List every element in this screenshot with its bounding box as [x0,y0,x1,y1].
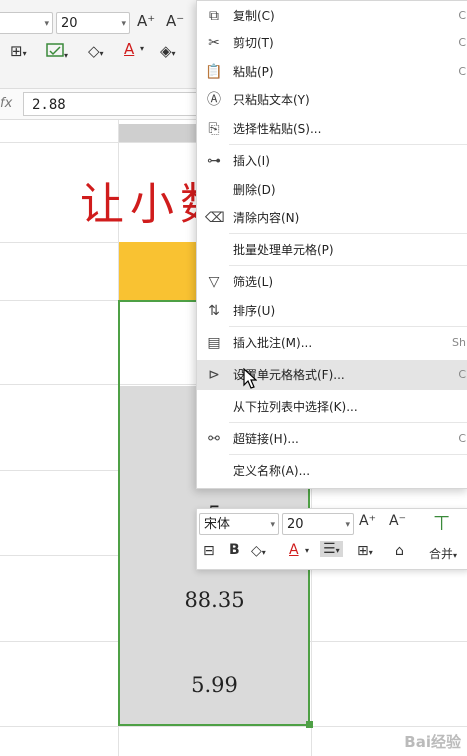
mini-font-color-icon[interactable]: A [289,542,299,558]
menu-shortcut: C [458,432,466,445]
menu-item-define-name[interactable]: 定义名称(A)... [197,456,467,486]
menu-label: 粘贴(P) [233,65,274,79]
cut-icon: ✂ [208,35,220,51]
menu-item-hyperlink[interactable]: ⚯ 超链接(H)... C [197,424,467,454]
bold-button[interactable]: B [229,542,240,558]
increase-font-icon[interactable]: A⁺ [137,12,155,30]
paste-icon: 📋 [205,64,223,80]
sort-icon: ⇅ [208,303,220,319]
mini-decrease-font-icon[interactable]: A⁻ [389,513,406,529]
merge-button[interactable]: 合并▾ [429,545,457,562]
menu-label: 选择性粘贴(S)... [233,122,322,136]
text-wrap-icon[interactable]: ⊟ [203,543,215,559]
merge-center-icon[interactable]: ⊤ [433,511,450,535]
decrease-font-icon[interactable]: A⁻ [166,12,184,30]
menu-item-insert-comment[interactable]: ▤ 插入批注(M)... Sh [197,328,467,358]
link-icon: ⚯ [208,431,220,447]
mini-increase-font-icon[interactable]: A⁺ [359,513,376,529]
fill-color-icon[interactable]: ◇▾ [88,42,104,60]
menu-label: 定义名称(A)... [233,464,311,478]
menu-label: 剪切(T) [233,36,274,50]
font-size-value: 20 [61,16,78,31]
menu-label: 清除内容(N) [233,211,300,225]
menu-item-cut[interactable]: ✂ 剪切(T) C [197,28,467,58]
mini-font-size-select[interactable]: 20 ▾ [282,513,354,535]
menu-item-paste[interactable]: 📋 粘贴(P) C [197,57,467,87]
menu-item-delete[interactable]: 删除(D) [197,175,467,205]
menu-shortcut: C [458,368,466,381]
font-size-select[interactable]: 20 ▾ [56,12,130,34]
menu-item-clear[interactable]: ⌫ 清除内容(N) [197,203,467,233]
mini-toolbar: 宋体 ▾ 20 ▾ A⁺ A⁻ ⊤ ⊟ B ◇▾ A ▾ ☰▾ ⊞▾ ⌂ 合并▾ [196,508,467,570]
menu-label: 插入(I) [233,154,270,168]
menu-item-batch[interactable]: 批量处理单元格(P) [197,235,467,265]
copy-icon: ⧉ [209,8,219,24]
mini-font-size: 20 [287,517,304,532]
menu-item-format-cells[interactable]: ⊳ 设置单元格格式(F)... C [197,360,467,390]
fill-handle[interactable] [306,721,313,728]
fx-label: fx [0,96,13,111]
merge-label: 合并 [429,547,454,561]
menu-label: 排序(U) [233,304,276,318]
mini-font-name-select[interactable]: 宋体 ▾ [199,513,279,535]
menu-item-copy[interactable]: ⧉ 复制(C) C [197,1,467,31]
menu-shortcut: C [458,9,466,22]
align-center-icon[interactable]: ☰▾ [320,541,343,557]
paste-special-icon: ⎘ [208,121,220,137]
menu-item-sort[interactable]: ⇅ 排序(U) [197,296,467,326]
menu-item-pick-list[interactable]: 从下拉列表中选择(K)... [197,392,467,422]
menu-label: 从下拉列表中选择(K)... [233,400,358,414]
menu-label: 超链接(H)... [233,432,299,446]
watermark: Bai经验 [404,733,461,751]
font-name-select[interactable]: ▾ [0,12,53,34]
menu-label: 只粘贴文本(Y) [233,93,310,107]
mini-fill-color-icon[interactable]: ◇▾ [251,543,266,559]
menu-item-paste-special[interactable]: ⎘ 选择性粘贴(S)... [197,114,467,144]
paste-text-icon: Ⓐ [207,92,221,108]
filter-icon: ▽ [208,274,220,290]
menu-shortcut: Sh [452,336,466,349]
format-cells-icon: ⊳ [208,367,220,383]
borders-icon[interactable]: ⊞▾ [10,42,27,60]
cell-style-icon[interactable]: ▾ [46,42,68,62]
mini-borders-icon[interactable]: ⊞▾ [357,543,373,559]
format-painter-icon[interactable]: ⌂ [395,543,404,559]
menu-label: 批量处理单元格(P) [233,243,334,257]
eraser-icon: ⌫ [205,210,225,226]
menu-label: 插入批注(M)... [233,336,313,350]
menu-label: 复制(C) [233,9,275,23]
comment-icon: ▤ [207,335,221,351]
mini-font-name: 宋体 [204,517,231,532]
insert-icon: ⊶ [207,153,221,169]
menu-label: 删除(D) [233,183,276,197]
formula-input[interactable]: 2.88 [23,92,223,116]
font-color-icon[interactable]: A [124,40,134,58]
menu-item-insert[interactable]: ⊶ 插入(I) [197,146,467,176]
mouse-cursor-icon [243,368,257,389]
menu-label: 筛选(L) [233,275,274,289]
menu-shortcut: C [458,36,466,49]
menu-shortcut: C [458,65,466,78]
clear-format-icon[interactable]: ◈▾ [160,42,176,60]
menu-item-filter[interactable]: ▽ 筛选(L) [197,267,467,297]
menu-item-paste-text[interactable]: Ⓐ 只粘贴文本(Y) [197,85,467,115]
context-menu: ⧉ 复制(C) C ✂ 剪切(T) C 📋 粘贴(P) C Ⓐ 只粘贴文本(Y)… [196,0,467,489]
